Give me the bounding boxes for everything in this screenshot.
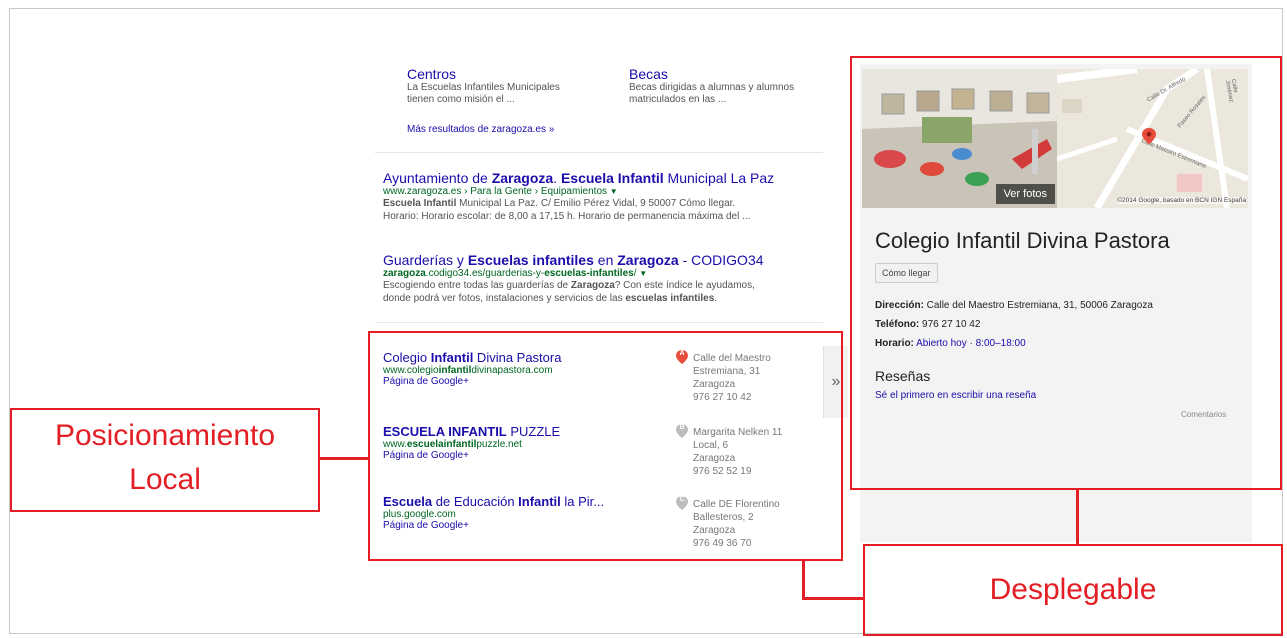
more-results-link[interactable]: Más resultados de zaragoza.es » [407,124,554,135]
connector-line [1076,490,1079,544]
result-title-link[interactable]: Guarderías y Escuelas infantiles en Zara… [383,252,764,268]
result-url[interactable]: zaragoza.codigo34.es/guarderias-y-escuel… [383,268,764,279]
caret-down-icon[interactable]: ▼ [639,269,647,278]
local-label-line1: Posicionamiento [54,419,276,452]
result-title-link[interactable]: Ayuntamiento de Zaragoza. Escuela Infant… [383,170,774,186]
result-snippet: Horario: Horario escolar: de 8,00 a 17,1… [383,211,751,222]
result-url[interactable]: www.zaragoza.es › Para la Gente › Equipa… [383,186,774,197]
sitelink-becas[interactable]: Becas Becas dirigidas a alumnas y alumno… [629,66,829,106]
connector-line [320,457,368,460]
divider [375,152,823,153]
sitelink-title[interactable]: Centros [407,66,617,82]
sitelink-centros[interactable]: Centros La Escuelas Infantiles Municipal… [407,66,617,106]
connector-line [802,597,863,600]
sitelink-desc: matriculados en las ... [629,94,727,105]
connector-line [802,561,805,599]
sitelink-title[interactable]: Becas [629,66,829,82]
panel-label: Desplegable [989,573,1157,606]
result-snippet: Escogiendo entre todas las guarderías de… [383,280,755,291]
sitelink-desc: tienen como misión el ... [407,94,515,105]
local-pack-highlight [368,331,843,561]
search-result: Ayuntamiento de Zaragoza. Escuela Infant… [383,170,774,223]
caret-down-icon[interactable]: ▼ [610,187,618,196]
sitelink-desc: Becas dirigidas a alumnas y alumnos [629,82,795,93]
divider [375,322,823,323]
search-result: Guarderías y Escuelas infantiles en Zara… [383,252,764,305]
local-label-line2: Local [129,463,201,496]
knowledge-panel-highlight [850,56,1282,490]
result-snippet: donde podrá ver fotos, instalaciones y s… [383,293,718,304]
result-snippet: Escuela Infantil Municipal La Paz. C/ Em… [383,198,736,209]
sitelink-desc: La Escuelas Infantiles Municipales [407,82,560,93]
